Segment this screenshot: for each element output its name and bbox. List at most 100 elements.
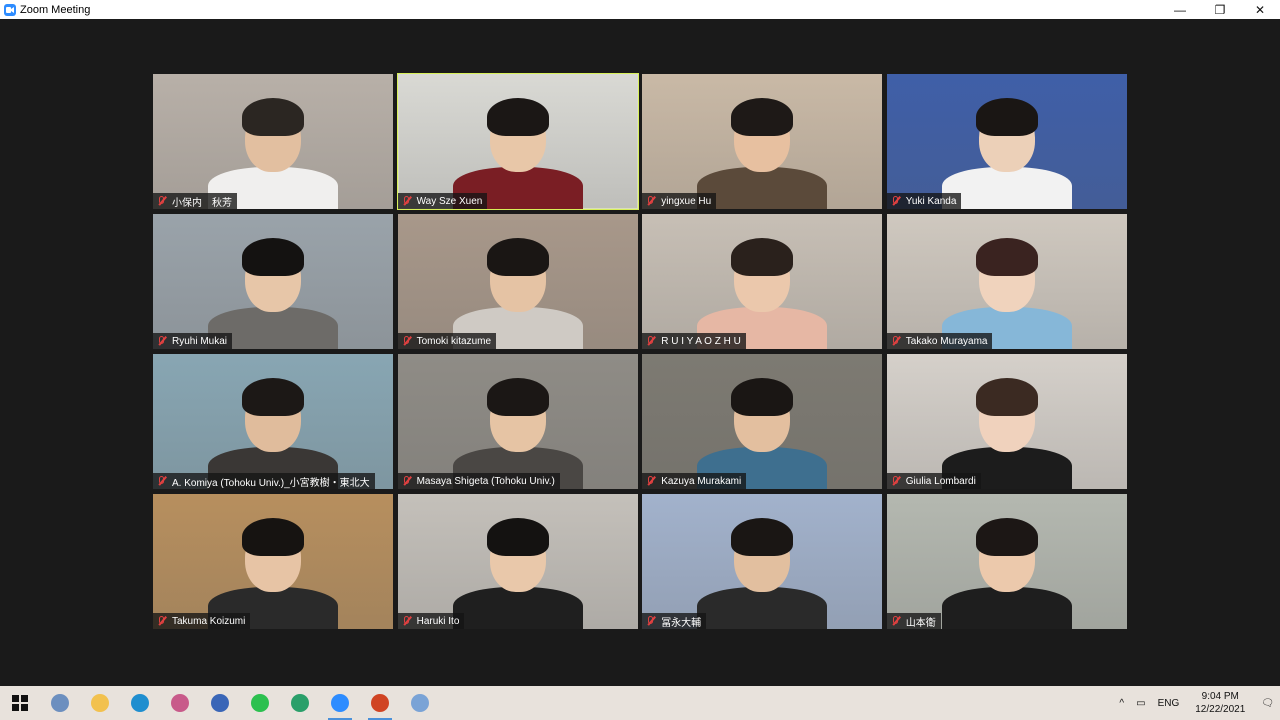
participant-body [452, 587, 583, 629]
system-tray: ^ ▭ ENG 9:04 PM 12/22/2021 🗨 [1113, 686, 1280, 720]
participant-tile[interactable]: Giulia Lombardi [886, 354, 1127, 489]
participant-name: Masaya Shigeta (Tohoku Univ.) [416, 475, 555, 487]
file-explorer-icon-glyph [91, 694, 109, 712]
muted-mic-icon [156, 195, 168, 207]
participant-name-tag: Masaya Shigeta (Tohoku Univ.) [397, 473, 560, 489]
participant-grid: 小保内 秋芳 Way Sze Xuen yingxue Hu Yuki Kand… [153, 73, 1127, 630]
participant-name-tag: Tomoki kitazume [397, 333, 497, 349]
file-explorer-icon[interactable] [80, 686, 120, 720]
muted-mic-icon [645, 195, 657, 207]
network-icon[interactable] [40, 686, 80, 720]
windows-start-icon-glyph [11, 694, 29, 712]
participant-video [697, 84, 828, 209]
muted-mic-icon [401, 475, 413, 487]
zoom-icon[interactable] [320, 686, 360, 720]
battery-icon[interactable]: ▭ [1130, 698, 1151, 709]
participant-tile[interactable]: Haruki Ito [397, 494, 638, 629]
participant-name-tag: 冨永大輔 [642, 613, 707, 629]
participant-tile[interactable]: Way Sze Xuen [396, 73, 639, 210]
participant-name-tag: Yuki Kanda [886, 193, 962, 209]
meeting-gallery-view: 小保内 秋芳 Way Sze Xuen yingxue Hu Yuki Kand… [0, 19, 1280, 686]
participant-hair [731, 378, 794, 416]
participant-hair [731, 238, 794, 276]
participant-name-tag: 小保内 秋芳 [153, 193, 237, 209]
participant-tile[interactable]: R U I Y A O Z H U [642, 214, 883, 349]
muted-mic-icon [890, 195, 902, 207]
participant-tile[interactable]: 山本衛 [886, 494, 1127, 629]
app-icon[interactable] [160, 686, 200, 720]
participant-video [941, 224, 1072, 349]
participant-tile[interactable]: Ryuhi Mukai [153, 214, 393, 349]
app-icon-glyph [171, 694, 189, 712]
restore-button[interactable]: ❐ [1200, 0, 1240, 19]
participant-tile[interactable]: Kazuya Murakami [642, 354, 883, 489]
zoom-icon-glyph [331, 694, 349, 712]
participant-hair [486, 518, 549, 556]
clock-date: 12/22/2021 [1195, 704, 1246, 715]
participant-video [452, 504, 583, 629]
edge-icon-2[interactable] [280, 686, 320, 720]
window-title: Zoom Meeting [20, 3, 91, 16]
participant-name-tag: Takuma Koizumi [153, 613, 251, 629]
participant-video [697, 504, 828, 629]
muted-mic-icon [890, 335, 902, 347]
participant-name-tag: yingxue Hu [642, 193, 717, 209]
edge-icon[interactable] [120, 686, 160, 720]
participant-hair [975, 238, 1038, 276]
participant-tile[interactable]: Takuma Koizumi [153, 494, 393, 629]
line-icon[interactable] [240, 686, 280, 720]
participant-hair [242, 238, 304, 276]
participant-tile[interactable]: Yuki Kanda [886, 74, 1127, 209]
participant-hair [486, 378, 549, 416]
participant-name: Ryuhi Mukai [172, 335, 228, 347]
powerpoint-icon[interactable] [360, 686, 400, 720]
zoom-app-icon [4, 3, 16, 16]
muted-mic-icon [645, 335, 657, 347]
muted-mic-icon [645, 615, 657, 627]
minimize-button[interactable]: — [1160, 0, 1200, 19]
paint-icon[interactable] [400, 686, 440, 720]
participant-name-tag: A. Komiya (Tohoku Univ.)_小宮教樹・東北大 [153, 473, 375, 489]
participant-video [697, 224, 828, 349]
participant-tile[interactable]: 小保内 秋芳 [153, 74, 393, 209]
app-icon-2[interactable] [200, 686, 240, 720]
participant-name: Takuma Koizumi [172, 615, 246, 627]
participant-video [452, 364, 583, 489]
participant-name: yingxue Hu [661, 195, 712, 207]
participant-tile[interactable]: Tomoki kitazume [397, 214, 638, 349]
notifications-icon[interactable]: 🗨 [1255, 698, 1280, 709]
app-icon-2-glyph [211, 694, 229, 712]
participant-hair [975, 518, 1038, 556]
language-indicator[interactable]: ENG [1152, 698, 1186, 709]
participant-body [941, 587, 1072, 629]
edge-icon-glyph [131, 694, 149, 712]
participant-name-tag: Way Sze Xuen [397, 193, 488, 209]
participant-name-tag: Takako Murayama [886, 333, 993, 349]
participant-tile[interactable]: Masaya Shigeta (Tohoku Univ.) [397, 354, 638, 489]
title-bar: Zoom Meeting — ❐ ✕ [0, 0, 1280, 19]
close-button[interactable]: ✕ [1240, 0, 1280, 19]
participant-hair [242, 518, 304, 556]
participant-name: 小保内 秋芳 [172, 197, 232, 209]
participant-video [941, 84, 1072, 209]
participant-tile[interactable]: 冨永大輔 [642, 494, 883, 629]
edge-icon-2-glyph [291, 694, 309, 712]
participant-tile[interactable]: Takako Murayama [886, 214, 1127, 349]
participant-hair [486, 98, 549, 136]
line-icon-glyph [251, 694, 269, 712]
clock[interactable]: 9:04 PM 12/22/2021 [1185, 690, 1255, 716]
muted-mic-icon [401, 335, 413, 347]
participant-tile[interactable]: yingxue Hu [642, 74, 883, 209]
windows-start-icon[interactable] [0, 686, 40, 720]
tray-chevron-icon[interactable]: ^ [1113, 698, 1130, 709]
participant-video [208, 504, 338, 629]
participant-name-tag: Kazuya Murakami [642, 473, 747, 489]
participant-name: 山本衛 [905, 617, 936, 629]
participant-name: R U I Y A O Z H U [661, 335, 741, 347]
participant-video [208, 364, 338, 489]
participant-hair [486, 238, 549, 276]
participant-video [697, 364, 828, 489]
participant-tile[interactable]: A. Komiya (Tohoku Univ.)_小宮教樹・東北大 [153, 354, 393, 489]
participant-name: Tomoki kitazume [416, 335, 492, 347]
powerpoint-icon-glyph [371, 694, 389, 712]
